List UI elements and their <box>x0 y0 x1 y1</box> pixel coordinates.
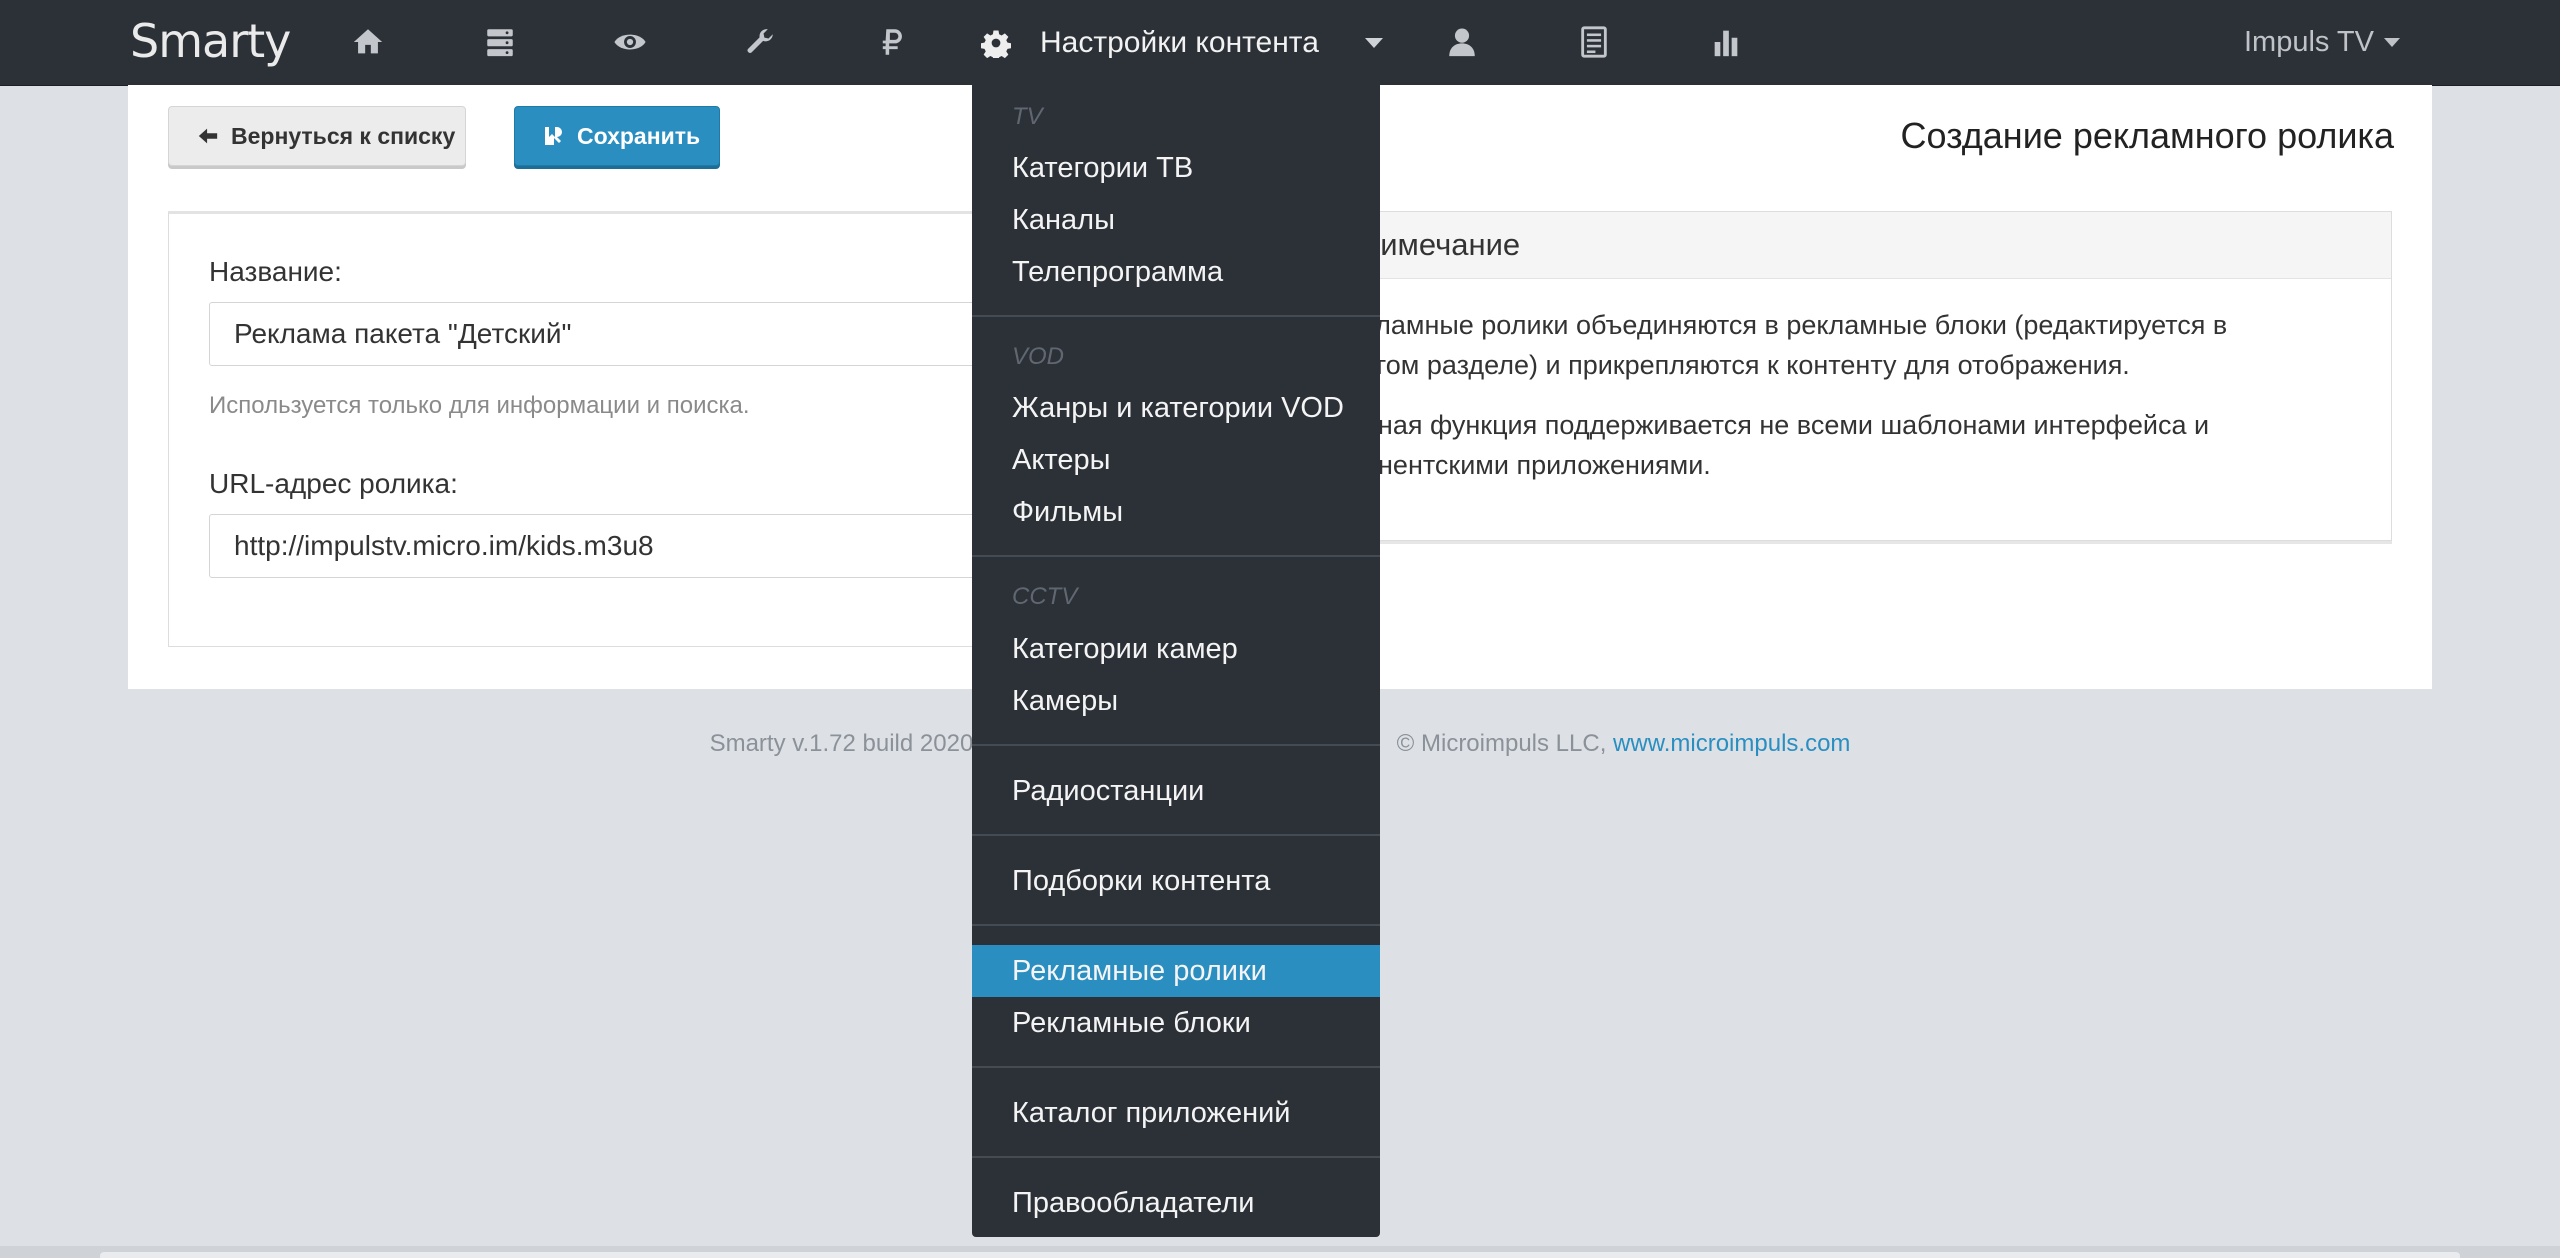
note-paragraph: кламные ролики объединяются в рекламные … <box>1363 305 2367 385</box>
menu-item-movies[interactable]: Фильмы <box>972 486 1380 538</box>
note-paragraph: нная функция поддерживается не всеми шаб… <box>1363 405 2367 485</box>
chevron-down-icon <box>1364 37 1383 48</box>
menu-divider <box>972 1156 1380 1158</box>
menu-header-cctv: CCTV <box>1012 583 1078 610</box>
menu-item-actors[interactable]: Актеры <box>972 434 1380 486</box>
footer-copyright: © Microimpuls LLC, <box>1396 730 1607 757</box>
menu-item-radio[interactable]: Радиостанции <box>972 765 1380 817</box>
gear-icon <box>972 28 1020 58</box>
menu-item-camera-categories[interactable]: Категории камер <box>972 623 1380 675</box>
menu-item-channels[interactable]: Каналы <box>972 194 1380 246</box>
menu-item-rights-holders[interactable]: Правообладатели <box>972 1177 1380 1229</box>
window-bottom-edge <box>0 1246 2560 1258</box>
note-body: кламные ролики объединяются в рекламные … <box>1339 279 2391 485</box>
menu-item-tv-categories[interactable]: Категории ТВ <box>972 142 1380 194</box>
user-account-menu[interactable]: Impuls TV <box>2244 0 2400 85</box>
name-label: Название: <box>209 256 342 287</box>
menu-item-tv-program[interactable]: Телепрограмма <box>972 246 1380 298</box>
back-to-list-button[interactable]: Вернуться к списку <box>168 106 466 166</box>
menu-divider <box>972 555 1380 557</box>
server-icon[interactable] <box>480 22 520 62</box>
menu-item-ad-clips[interactable]: Рекламные ролики <box>972 945 1380 997</box>
user-icon[interactable] <box>1442 22 1482 62</box>
back-button-label: Вернуться к списку <box>231 122 456 149</box>
footer-link[interactable]: www.microimpuls.com <box>1613 730 1850 757</box>
menu-item-app-catalog[interactable]: Каталог приложений <box>972 1087 1380 1139</box>
menu-header-vod: VOD <box>1012 343 1065 370</box>
content-settings-label: Настройки контента <box>1040 25 1319 59</box>
brand-logo[interactable]: Smarty <box>130 14 291 68</box>
save-icon <box>541 124 565 148</box>
menu-item-vod-genres[interactable]: Жанры и категории VOD <box>972 382 1380 434</box>
menu-divider <box>972 1066 1380 1068</box>
content-settings-menu[interactable]: Настройки контента <box>972 0 1392 85</box>
menu-divider <box>972 924 1380 926</box>
note-line: кламные ролики объединяются в рекламные … <box>1363 310 2228 340</box>
name-help-text: Используется только для информации и пои… <box>209 392 750 419</box>
save-button[interactable]: Сохранить <box>514 106 720 166</box>
note-title: римечание <box>1339 212 2391 279</box>
menu-divider <box>972 834 1380 836</box>
note-line: угом разделе) и прикрепляются к контенту… <box>1363 350 2130 380</box>
user-account-label: Impuls TV <box>2243 26 2374 58</box>
top-navbar: Smarty Настройки контента Impuls TV <box>0 0 2560 86</box>
note-line: нная функция поддерживается не всеми шаб… <box>1363 410 2210 440</box>
menu-header-tv: TV <box>1012 103 1043 130</box>
note-line: онентскими приложениями. <box>1363 450 1711 480</box>
report-icon[interactable] <box>1574 22 1614 62</box>
url-label: URL-адрес ролика: <box>209 468 458 499</box>
menu-item-cameras[interactable]: Камеры <box>972 675 1380 727</box>
wrench-icon[interactable] <box>740 22 780 62</box>
chevron-down-icon <box>2384 38 2400 47</box>
bar-chart-icon[interactable] <box>1706 22 1746 62</box>
note-panel: римечание кламные ролики объединяются в … <box>1338 211 2392 541</box>
page-title: Создание рекламного ролика <box>1900 115 2394 156</box>
menu-divider <box>972 315 1380 317</box>
menu-item-ad-blocks[interactable]: Рекламные блоки <box>972 997 1380 1049</box>
menu-divider <box>972 744 1380 746</box>
content-settings-dropdown: TV Категории ТВ Каналы Телепрограмма VOD… <box>972 85 1380 1237</box>
home-icon[interactable] <box>348 22 388 62</box>
footer-version: Smarty v.1.72 build 2020 <box>709 730 974 757</box>
save-button-label: Сохранить <box>577 122 701 149</box>
eye-icon[interactable] <box>610 22 650 62</box>
menu-item-collections[interactable]: Подборки контента <box>972 855 1380 907</box>
arrow-left-icon <box>197 125 219 147</box>
ruble-icon[interactable] <box>872 22 912 62</box>
